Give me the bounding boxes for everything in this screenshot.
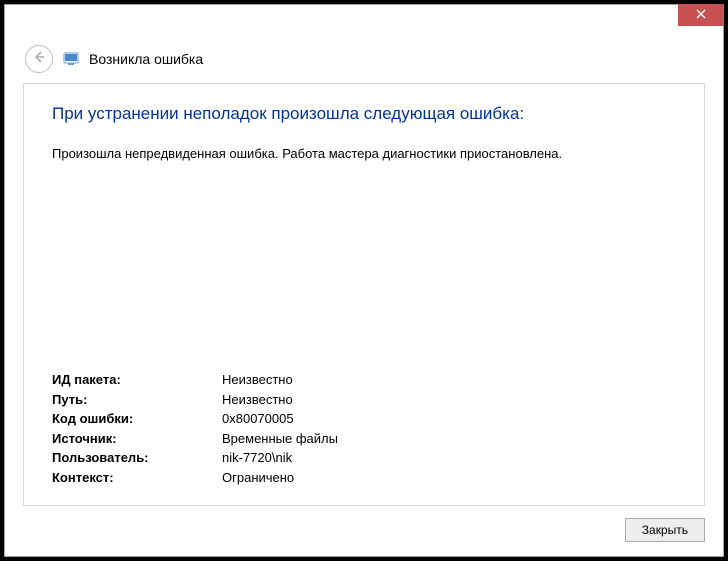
details-value: 0x80070005	[222, 409, 676, 429]
details-label: Контекст:	[52, 468, 222, 488]
details-value: Неизвестно	[222, 390, 676, 410]
details-row: Код ошибки: 0x80070005	[52, 409, 676, 429]
close-button[interactable]	[678, 4, 724, 26]
details-label: ИД пакета:	[52, 370, 222, 390]
details-value: nik-7720\nik	[222, 448, 676, 468]
details-row: Путь: Неизвестно	[52, 390, 676, 410]
header-row: Возникла ошибка	[5, 37, 723, 83]
close-dialog-button[interactable]: Закрыть	[625, 518, 705, 542]
details-value: Ограничено	[222, 468, 676, 488]
page-title: Возникла ошибка	[89, 51, 203, 67]
footer: Закрыть	[5, 518, 723, 556]
details-table: ИД пакета: Неизвестно Путь: Неизвестно К…	[52, 370, 676, 487]
details-label: Код ошибки:	[52, 409, 222, 429]
details-label: Пользователь:	[52, 448, 222, 468]
back-button[interactable]	[25, 45, 53, 73]
details-row: ИД пакета: Неизвестно	[52, 370, 676, 390]
details-row: Источник: Временные файлы	[52, 429, 676, 449]
titlebar	[5, 5, 723, 37]
content-panel: При устранении неполадок произошла следу…	[23, 83, 705, 506]
details-label: Источник:	[52, 429, 222, 449]
arrow-left-icon	[32, 50, 46, 69]
details-label: Путь:	[52, 390, 222, 410]
troubleshooter-window: Возникла ошибка При устранении неполадок…	[4, 4, 724, 557]
details-value: Временные файлы	[222, 429, 676, 449]
details-row: Контекст: Ограничено	[52, 468, 676, 488]
error-heading: При устранении неполадок произошла следу…	[52, 104, 676, 124]
error-message: Произошла непредвиденная ошибка. Работа …	[52, 146, 676, 161]
close-icon	[696, 6, 706, 24]
troubleshooter-icon	[63, 51, 79, 67]
details-row: Пользователь: nik-7720\nik	[52, 448, 676, 468]
details-value: Неизвестно	[222, 370, 676, 390]
